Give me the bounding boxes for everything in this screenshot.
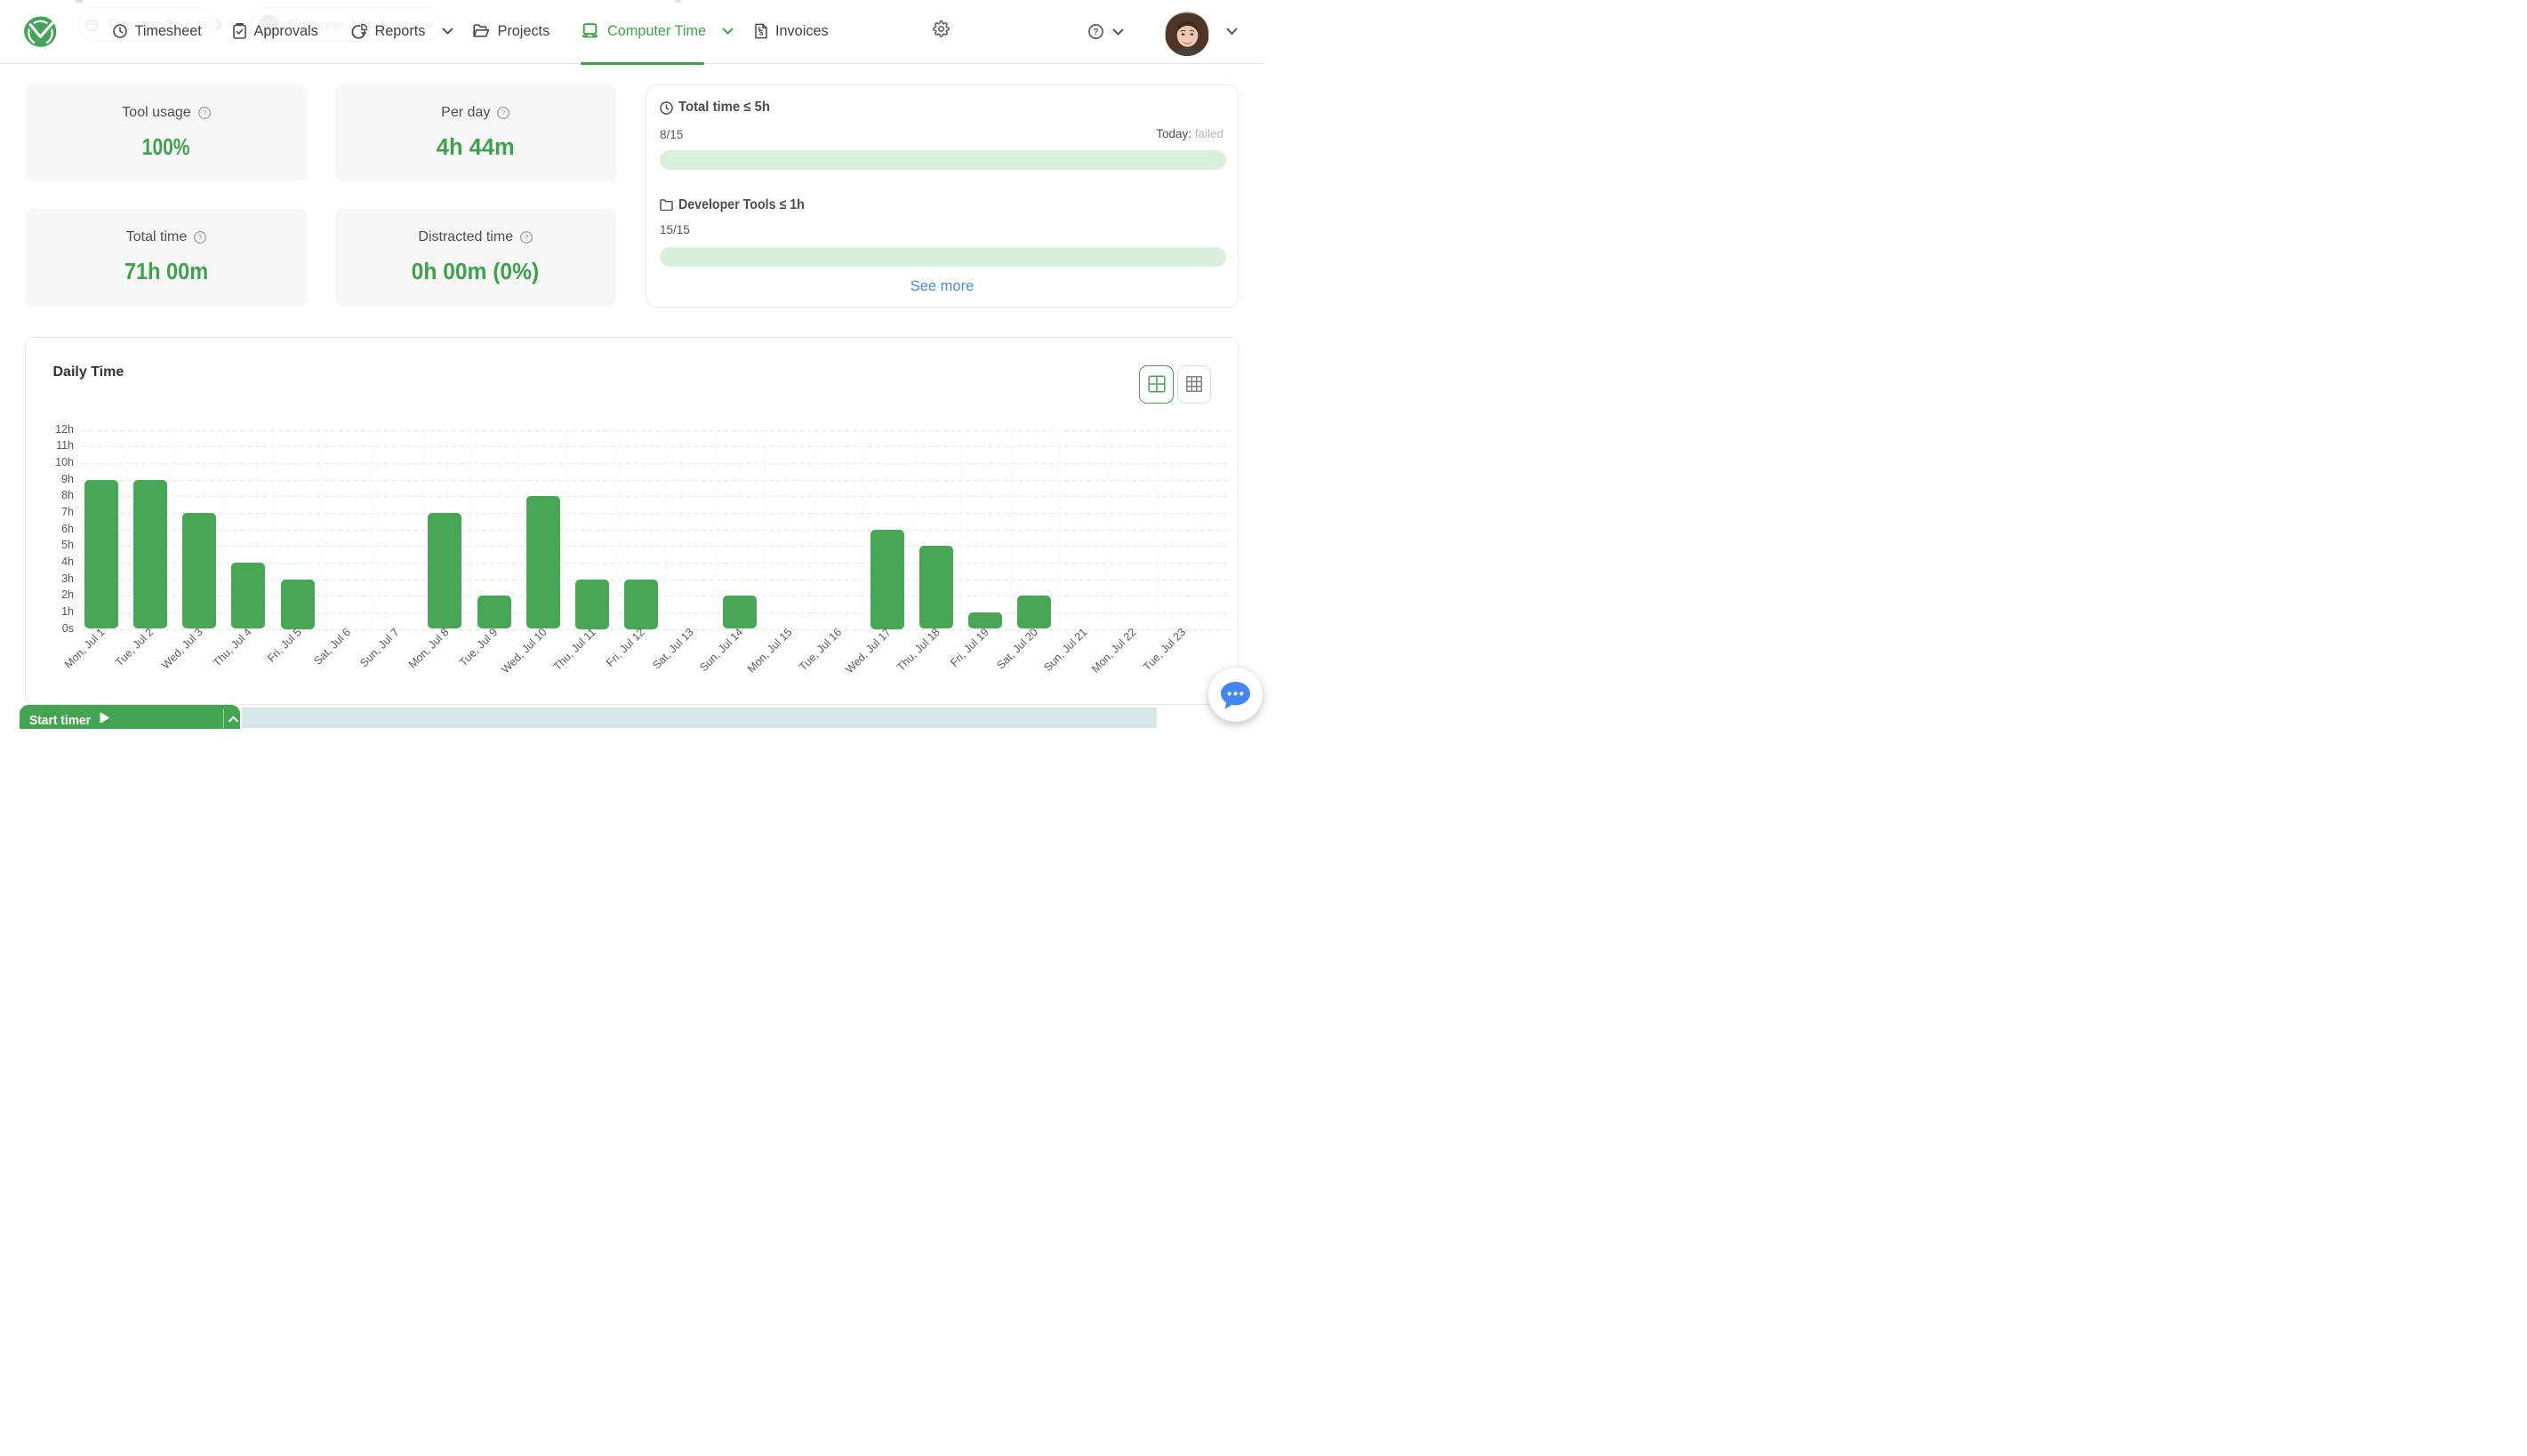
svg-text:?: ? [501,108,506,117]
svg-text:?: ? [1093,27,1098,37]
svg-text:?: ? [525,233,529,242]
svg-text:?: ? [202,108,206,117]
svg-text:?: ? [198,233,203,242]
svg-text:$: $ [759,28,764,37]
